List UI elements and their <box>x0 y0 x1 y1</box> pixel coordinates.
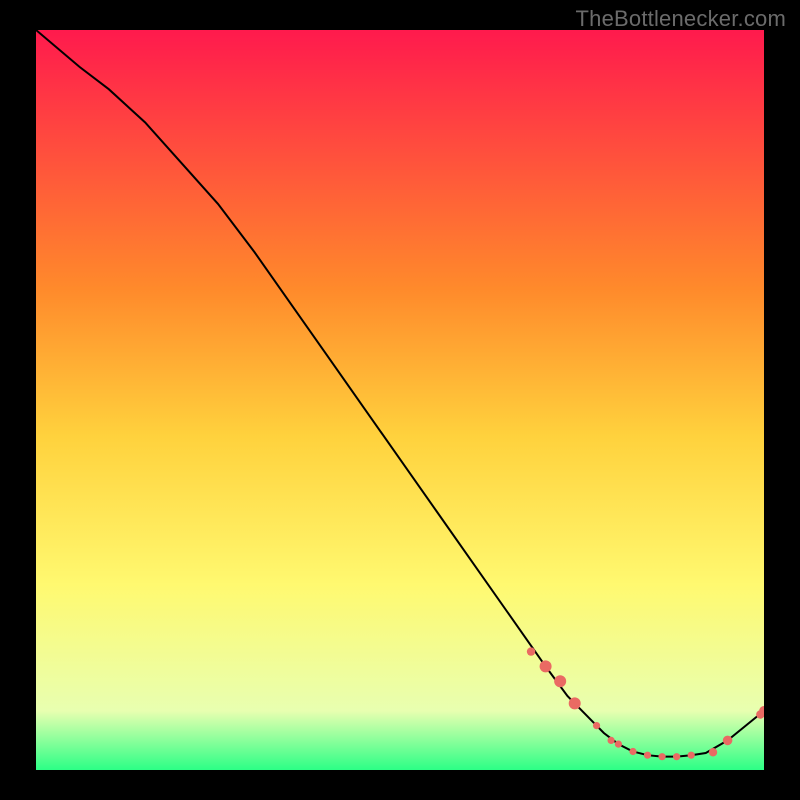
data-marker <box>608 737 615 744</box>
data-marker <box>527 647 535 655</box>
data-marker <box>644 752 651 759</box>
data-marker <box>673 753 680 760</box>
data-marker <box>569 697 581 709</box>
chart-container <box>36 30 764 770</box>
data-marker <box>593 722 600 729</box>
data-marker <box>688 752 695 759</box>
bottleneck-chart <box>36 30 764 770</box>
gradient-background <box>36 30 764 770</box>
data-marker <box>540 660 552 672</box>
data-marker <box>629 748 636 755</box>
data-marker <box>554 675 566 687</box>
attribution-label: TheBottlenecker.com <box>576 6 786 32</box>
data-marker <box>615 741 622 748</box>
data-marker <box>709 748 717 756</box>
data-marker <box>658 753 665 760</box>
data-marker <box>723 736 733 746</box>
